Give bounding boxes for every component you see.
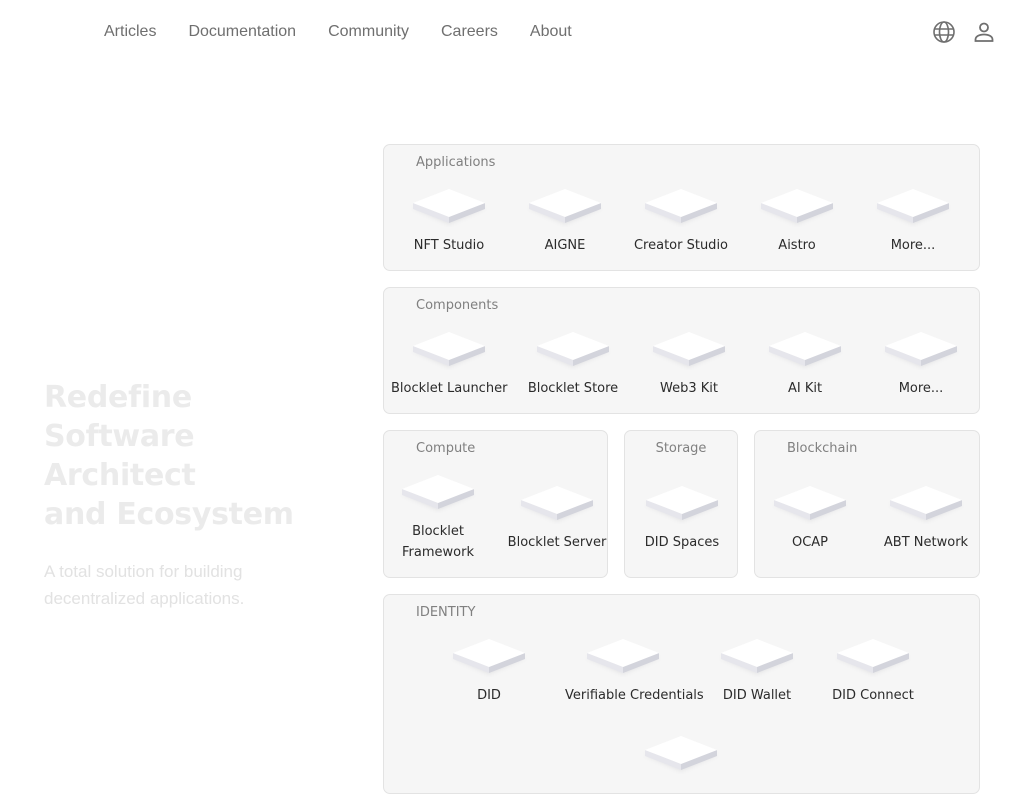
tile-icon	[882, 330, 960, 370]
item-label: More...	[890, 238, 936, 253]
tile-icon	[410, 330, 488, 370]
item-label: Web3 Kit	[660, 381, 718, 396]
tile-icon	[399, 473, 477, 513]
hero-subtitle: A total solution for building decentrali…	[44, 562, 245, 608]
card-title: IDENTITY	[416, 605, 476, 620]
identity-card: IDENTITY DID Verifiable Credentials DID …	[383, 594, 980, 794]
nav-link-about[interactable]: About	[514, 20, 588, 44]
storage-item-did-spaces[interactable]: DID Spaces	[624, 484, 740, 553]
globe-icon	[933, 21, 955, 43]
identity-item-verifiable-credentials[interactable]: Verifiable Credentials	[565, 637, 704, 706]
hero-title-line: and Ecosystem	[44, 497, 294, 532]
compute-item-blocklet-framework[interactable]: Blocklet Framework	[380, 473, 496, 563]
identity-item-did-connect[interactable]: DID Connect	[815, 637, 931, 706]
blockchain-item-abt-network[interactable]: ABT Network	[868, 484, 984, 553]
nav-actions	[932, 18, 996, 46]
applications-card: Applications NFT Studio AIGNE Creator St…	[383, 144, 980, 271]
tile-icon	[642, 734, 720, 774]
tile-icon	[887, 484, 965, 524]
nav-link-documentation[interactable]: Documentation	[172, 20, 312, 44]
hero-title-line: Redefine Software	[44, 380, 195, 454]
top-navigation: Articles Documentation Community Careers…	[0, 0, 1024, 64]
tile-icon	[642, 187, 720, 227]
item-label: OCAP	[791, 535, 829, 550]
language-button[interactable]	[932, 18, 956, 46]
identity-item-did[interactable]: DID	[431, 637, 547, 706]
tile-icon	[758, 187, 836, 227]
components-card: Components Blocklet Launcher Blocklet St…	[383, 287, 980, 414]
component-item-ai-kit[interactable]: AI Kit	[747, 330, 863, 399]
tile-icon	[534, 330, 612, 370]
item-label: DID Wallet	[722, 688, 792, 703]
blockchain-card: Blockchain OCAP ABT Network	[754, 430, 980, 578]
app-item-nft-studio[interactable]: NFT Studio	[391, 187, 507, 256]
storage-card: Storage DID Spaces	[624, 430, 738, 578]
item-label: ABT Network	[883, 535, 969, 550]
tile-icon	[650, 330, 728, 370]
item-label: Blocklet Framework	[402, 524, 474, 560]
card-title: Components	[416, 298, 499, 313]
tile-icon	[518, 484, 596, 524]
app-item-aigne[interactable]: AIGNE	[507, 187, 623, 256]
blockchain-item-ocap[interactable]: OCAP	[752, 484, 868, 553]
tile-icon	[718, 637, 796, 677]
tile-icon	[410, 187, 488, 227]
component-item-blocklet-store[interactable]: Blocklet Store	[515, 330, 631, 399]
account-button[interactable]	[972, 18, 996, 46]
item-label: Creator Studio	[633, 238, 729, 253]
tile-icon	[874, 187, 952, 227]
item-label: Blocklet Store	[527, 381, 619, 396]
identity-item-partial[interactable]	[623, 734, 739, 782]
compute-item-blocklet-server[interactable]: Blocklet Server	[499, 484, 615, 553]
identity-item-did-wallet[interactable]: DID Wallet	[699, 637, 815, 706]
item-label: Blocklet Server	[507, 535, 607, 550]
nav-links: Articles Documentation Community Careers…	[88, 20, 588, 44]
nav-link-articles[interactable]: Articles	[88, 20, 172, 44]
app-item-more[interactable]: More...	[855, 187, 971, 256]
hero-section: Redefine Software Architect and Ecosyste…	[44, 378, 344, 612]
app-item-creator-studio[interactable]: Creator Studio	[623, 187, 739, 256]
item-label: DID	[477, 688, 501, 703]
item-label: DID Spaces	[644, 535, 720, 550]
tile-icon	[766, 330, 844, 370]
component-item-blocklet-launcher[interactable]: Blocklet Launcher	[391, 330, 507, 399]
item-label: Blocklet Launcher	[391, 381, 508, 396]
card-title: Blockchain	[787, 441, 858, 456]
item-label: AI Kit	[787, 381, 823, 396]
card-title: Storage	[655, 441, 707, 456]
tile-icon	[643, 484, 721, 524]
hero-title: Redefine Software Architect and Ecosyste…	[44, 378, 344, 534]
item-label: NFT Studio	[413, 238, 485, 253]
hero-title-line: Architect	[44, 458, 196, 493]
item-label: Aistro	[778, 238, 816, 253]
tile-icon	[584, 637, 662, 677]
nav-link-careers[interactable]: Careers	[425, 20, 514, 44]
tile-icon	[834, 637, 912, 677]
nav-link-community[interactable]: Community	[312, 20, 425, 44]
card-title: Applications	[416, 155, 496, 170]
app-item-aistro[interactable]: Aistro	[739, 187, 855, 256]
item-label: More...	[898, 381, 944, 396]
card-title: Compute	[416, 441, 476, 456]
item-label: Verifiable Credentials	[565, 688, 704, 703]
tile-icon	[526, 187, 604, 227]
tile-icon	[450, 637, 528, 677]
tile-icon	[771, 484, 849, 524]
item-label: AIGNE	[544, 238, 586, 253]
component-item-web3-kit[interactable]: Web3 Kit	[631, 330, 747, 399]
component-item-more[interactable]: More...	[863, 330, 979, 399]
item-label: DID Connect	[832, 688, 914, 703]
compute-card: Compute Blocklet Framework Blocklet Serv…	[383, 430, 608, 578]
user-icon	[974, 22, 994, 42]
